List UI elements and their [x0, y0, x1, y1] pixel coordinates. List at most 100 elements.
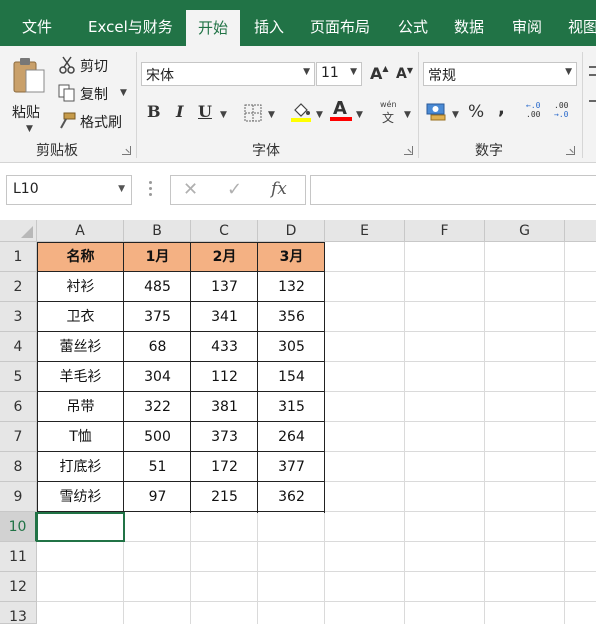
- tab-file[interactable]: 文件: [22, 0, 52, 46]
- bold-button[interactable]: B: [147, 102, 161, 121]
- underline-dropdown-caret[interactable]: ▼: [220, 110, 227, 120]
- select-all-corner[interactable]: [0, 220, 37, 242]
- fill-color-icon[interactable]: [290, 100, 312, 122]
- table-cell[interactable]: 362: [258, 482, 325, 512]
- accounting-format-icon[interactable]: [426, 102, 448, 122]
- tab-formulas[interactable]: 公式: [398, 0, 428, 46]
- font-color-icon[interactable]: A: [330, 98, 352, 122]
- table-cell[interactable]: 341: [191, 302, 258, 332]
- insert-function-button[interactable]: fx: [271, 179, 287, 199]
- format-painter-button[interactable]: 格式刷: [58, 110, 132, 132]
- tab-view[interactable]: 视图: [568, 0, 596, 46]
- row-header-1[interactable]: 1: [0, 242, 37, 272]
- number-format-select[interactable]: 常规 ▼: [423, 62, 577, 86]
- phonetic-dropdown-caret[interactable]: ▼: [404, 110, 411, 120]
- table-cell[interactable]: 172: [191, 452, 258, 482]
- cancel-icon[interactable]: ✕: [183, 179, 198, 200]
- increase-font-size-icon[interactable]: A▲: [370, 64, 389, 83]
- decrease-decimal-icon[interactable]: .00 →.0: [554, 101, 576, 123]
- clipboard-launcher-icon[interactable]: [122, 146, 131, 155]
- table-cell[interactable]: 112: [191, 362, 258, 392]
- table-cell[interactable]: 衬衫: [37, 272, 124, 302]
- row-header-13[interactable]: 13: [0, 602, 37, 625]
- table-cell[interactable]: 51: [124, 452, 191, 482]
- table-cell[interactable]: 打底衫: [37, 452, 124, 482]
- name-box[interactable]: L10 ▼: [6, 175, 132, 205]
- table-cell[interactable]: 356: [258, 302, 325, 332]
- table-cell[interactable]: 381: [191, 392, 258, 422]
- row-header-11[interactable]: 11: [0, 542, 37, 572]
- row-header-7[interactable]: 7: [0, 422, 37, 452]
- table-cell[interactable]: 吊带: [37, 392, 124, 422]
- paste-button[interactable]: 粘贴 ▼: [8, 54, 52, 134]
- tab-insert[interactable]: 插入: [254, 0, 284, 46]
- table-cell[interactable]: 485: [124, 272, 191, 302]
- row-header-12[interactable]: 12: [0, 572, 37, 602]
- tab-review[interactable]: 审阅: [512, 0, 542, 46]
- comma-style-button[interactable]: ,: [498, 98, 505, 119]
- table-cell[interactable]: T恤: [37, 422, 124, 452]
- table-cell[interactable]: 304: [124, 362, 191, 392]
- table-cell[interactable]: 97: [124, 482, 191, 512]
- row-header-5[interactable]: 5: [0, 362, 37, 392]
- phonetic-guide-icon[interactable]: wén 文: [378, 100, 400, 125]
- table-cell[interactable]: 373: [191, 422, 258, 452]
- table-cell[interactable]: 羊毛衫: [37, 362, 124, 392]
- column-header-a[interactable]: A: [37, 220, 124, 242]
- column-header-d[interactable]: D: [258, 220, 325, 242]
- tab-page-layout[interactable]: 页面布局: [310, 0, 370, 46]
- tab-home[interactable]: 开始: [186, 10, 240, 46]
- row-header-8[interactable]: 8: [0, 452, 37, 482]
- table-cell[interactable]: 137: [191, 272, 258, 302]
- table-cell[interactable]: 68: [124, 332, 191, 362]
- row-header-6[interactable]: 6: [0, 392, 37, 422]
- column-header-c[interactable]: C: [191, 220, 258, 242]
- font-size-select[interactable]: 11 ▼: [316, 62, 362, 86]
- header-cell-feb[interactable]: 2月: [191, 242, 258, 272]
- cut-button[interactable]: 剪切: [58, 54, 128, 76]
- column-header-partial[interactable]: [565, 220, 596, 242]
- fill-color-dropdown-caret[interactable]: ▼: [316, 110, 323, 120]
- column-header-f[interactable]: F: [405, 220, 485, 242]
- table-cell[interactable]: 433: [191, 332, 258, 362]
- number-launcher-icon[interactable]: [566, 146, 575, 155]
- table-cell[interactable]: 322: [124, 392, 191, 422]
- styles-group-partial-icon[interactable]: [589, 64, 596, 124]
- row-header-4[interactable]: 4: [0, 332, 37, 362]
- percent-style-button[interactable]: %: [468, 102, 484, 122]
- tab-data[interactable]: 数据: [454, 0, 484, 46]
- table-cell[interactable]: 215: [191, 482, 258, 512]
- active-cell-selection[interactable]: [36, 512, 125, 542]
- tab-excel-finance[interactable]: Excel与财务: [88, 0, 173, 46]
- column-header-b[interactable]: B: [124, 220, 191, 242]
- table-cell[interactable]: 154: [258, 362, 325, 392]
- header-cell-name[interactable]: 名称: [37, 242, 124, 272]
- copy-button[interactable]: 复制 ▼: [58, 82, 132, 104]
- table-cell[interactable]: 264: [258, 422, 325, 452]
- decrease-font-size-icon[interactable]: A▼: [396, 66, 413, 82]
- underline-button[interactable]: U: [198, 102, 212, 121]
- italic-button[interactable]: I: [176, 102, 183, 121]
- row-header-10[interactable]: 10: [0, 512, 37, 542]
- table-cell[interactable]: 375: [124, 302, 191, 332]
- borders-dropdown-caret[interactable]: ▼: [268, 110, 275, 120]
- font-color-dropdown-caret[interactable]: ▼: [356, 110, 363, 120]
- table-cell[interactable]: 蕾丝衫: [37, 332, 124, 362]
- column-header-g[interactable]: G: [485, 220, 565, 242]
- header-cell-mar[interactable]: 3月: [258, 242, 325, 272]
- row-header-3[interactable]: 3: [0, 302, 37, 332]
- table-cell[interactable]: 315: [258, 392, 325, 422]
- table-cell[interactable]: 500: [124, 422, 191, 452]
- table-cell[interactable]: 卫衣: [37, 302, 124, 332]
- table-cell[interactable]: 305: [258, 332, 325, 362]
- enter-icon[interactable]: ✓: [227, 179, 242, 200]
- formula-input[interactable]: [310, 175, 596, 205]
- borders-icon[interactable]: [244, 104, 262, 122]
- increase-decimal-icon[interactable]: ←.0.00: [526, 101, 548, 123]
- table-cell[interactable]: 雪纺衫: [37, 482, 124, 512]
- column-header-e[interactable]: E: [325, 220, 405, 242]
- row-header-9[interactable]: 9: [0, 482, 37, 512]
- row-header-2[interactable]: 2: [0, 272, 37, 302]
- table-cell[interactable]: 132: [258, 272, 325, 302]
- font-launcher-icon[interactable]: [404, 146, 413, 155]
